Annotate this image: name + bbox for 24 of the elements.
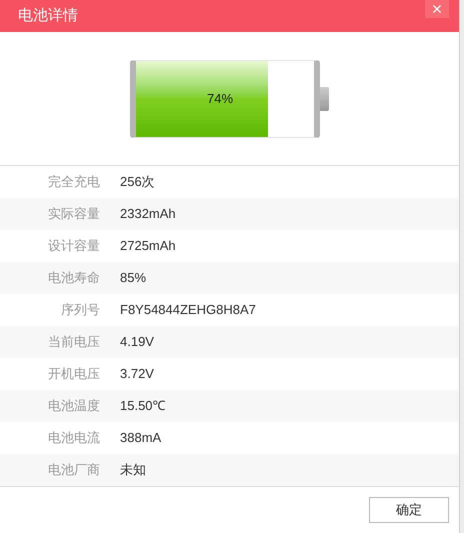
battery-percent: 74%: [206, 90, 234, 108]
row-label: 完全充电: [47, 173, 100, 192]
row-label: 电池寿命: [47, 269, 100, 288]
row-value: 3.72V: [120, 365, 154, 384]
row-value: 85%: [120, 269, 146, 288]
row-value: 388mA: [120, 429, 162, 448]
confirm-button[interactable]: 确定: [369, 497, 449, 523]
row-value: 2725mAh: [120, 237, 176, 256]
row-value: 2332mAh: [120, 205, 176, 224]
row-value: 4.19V: [120, 333, 154, 352]
window-title: 电池详情: [18, 6, 78, 26]
row-label: 当前电压: [47, 333, 100, 352]
row-label: 电池厂商: [47, 461, 100, 480]
row-value: F8Y54844ZEHG8H8A7: [120, 301, 256, 320]
row-value: 15.50℃: [120, 397, 166, 416]
row-label: 实际容量: [47, 205, 100, 224]
row-value: 256次: [120, 173, 155, 192]
row-label: 开机电压: [47, 365, 100, 384]
row-label: 电池温度: [47, 397, 100, 416]
row-value: 未知: [120, 461, 146, 480]
row-label: 电池电流: [47, 429, 100, 448]
row-label: 序列号: [60, 301, 100, 320]
battery-terminal: [320, 86, 329, 110]
row-label: 设计容量: [47, 237, 100, 256]
